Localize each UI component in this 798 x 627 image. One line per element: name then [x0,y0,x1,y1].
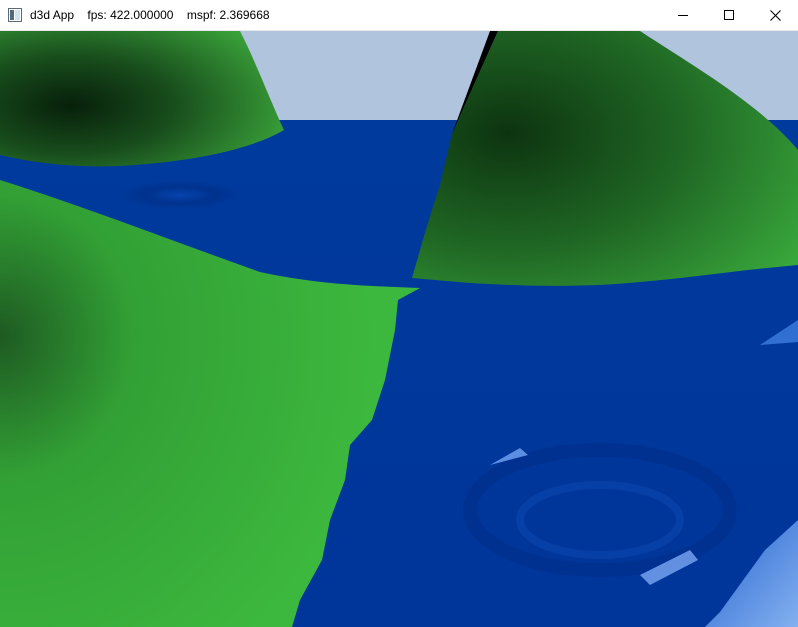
water-ripple [120,181,240,209]
fps-label: fps: [87,8,107,22]
close-icon [769,9,781,21]
fps-value: 422.000000 [110,8,174,22]
minimize-icon [678,15,688,16]
app-icon[interactable] [8,8,22,22]
scene-render [0,31,798,627]
mspf-value: 2.369668 [219,8,270,22]
window-title: d3d App fps: 422.000000 mspf: 2.369668 [30,8,270,23]
app-name: d3d App [30,8,75,22]
mspf-label: mspf: [186,8,217,22]
maximize-button[interactable] [706,0,752,30]
close-button[interactable] [752,0,798,30]
app-window: d3d App fps: 422.000000 mspf: 2.369668 [0,0,798,627]
terrain-hill-left [0,31,284,167]
title-bar[interactable]: d3d App fps: 422.000000 mspf: 2.369668 [0,0,798,31]
maximize-icon [724,10,734,20]
render-viewport[interactable] [0,31,798,627]
minimize-button[interactable] [660,0,706,30]
